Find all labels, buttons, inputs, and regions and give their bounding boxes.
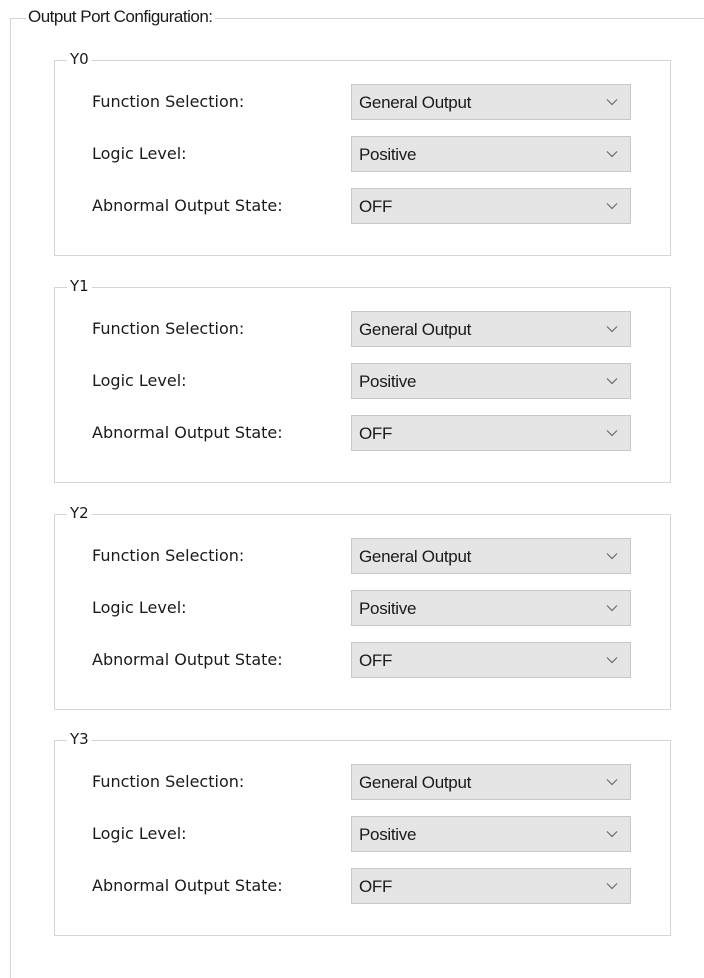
chevron-down-icon xyxy=(606,831,618,838)
function-selection-dropdown[interactable]: General Output xyxy=(351,84,631,120)
abnormal-output-state-value: OFF xyxy=(359,197,393,216)
abnormal-output-state-dropdown[interactable]: OFF xyxy=(351,642,631,678)
chevron-down-icon xyxy=(606,430,618,437)
abnormal-output-state-dropdown[interactable]: OFF xyxy=(351,868,631,904)
abnormal-output-state-label: Abnormal Output State: xyxy=(92,650,283,669)
logic-level-row: Logic Level: Positive xyxy=(55,136,670,172)
logic-level-dropdown[interactable]: Positive xyxy=(351,136,631,172)
abnormal-output-state-row: Abnormal Output State: OFF xyxy=(55,415,670,451)
chevron-down-icon xyxy=(606,378,618,385)
logic-level-value: Positive xyxy=(359,145,417,164)
logic-level-dropdown[interactable]: Positive xyxy=(351,590,631,626)
function-selection-row: Function Selection: General Output xyxy=(55,538,670,574)
function-selection-label: Function Selection: xyxy=(92,92,245,111)
function-selection-row: Function Selection: General Output xyxy=(55,84,670,120)
chevron-down-icon xyxy=(606,553,618,560)
logic-level-value: Positive xyxy=(359,372,417,391)
logic-level-row: Logic Level: Positive xyxy=(55,363,670,399)
port-group-y2: Y2 Function Selection: General Output Lo… xyxy=(54,503,671,710)
chevron-down-icon xyxy=(606,99,618,106)
function-selection-value: General Output xyxy=(359,773,472,792)
abnormal-output-state-row: Abnormal Output State: OFF xyxy=(55,642,670,678)
chevron-down-icon xyxy=(606,779,618,786)
abnormal-output-state-dropdown[interactable]: OFF xyxy=(351,415,631,451)
abnormal-output-state-value: OFF xyxy=(359,424,393,443)
logic-level-row: Logic Level: Positive xyxy=(55,590,670,626)
port-group-title: Y2 xyxy=(67,503,92,523)
chevron-down-icon xyxy=(606,605,618,612)
logic-level-label: Logic Level: xyxy=(92,824,187,843)
output-port-configuration-title: Output Port Configuration: xyxy=(26,7,215,27)
function-selection-label: Function Selection: xyxy=(92,772,245,791)
logic-level-value: Positive xyxy=(359,825,417,844)
function-selection-dropdown[interactable]: General Output xyxy=(351,311,631,347)
port-group-title: Y3 xyxy=(67,729,92,749)
function-selection-value: General Output xyxy=(359,93,472,112)
port-group-title: Y0 xyxy=(67,49,92,69)
logic-level-label: Logic Level: xyxy=(92,598,187,617)
chevron-down-icon xyxy=(606,657,618,664)
abnormal-output-state-label: Abnormal Output State: xyxy=(92,423,283,442)
port-group-y3: Y3 Function Selection: General Output Lo… xyxy=(54,729,671,936)
function-selection-row: Function Selection: General Output xyxy=(55,764,670,800)
function-selection-value: General Output xyxy=(359,320,472,339)
abnormal-output-state-value: OFF xyxy=(359,651,393,670)
logic-level-dropdown[interactable]: Positive xyxy=(351,816,631,852)
port-group-y1: Y1 Function Selection: General Output Lo… xyxy=(54,276,671,483)
function-selection-label: Function Selection: xyxy=(92,546,245,565)
function-selection-dropdown[interactable]: General Output xyxy=(351,538,631,574)
chevron-down-icon xyxy=(606,203,618,210)
logic-level-dropdown[interactable]: Positive xyxy=(351,363,631,399)
logic-level-value: Positive xyxy=(359,599,417,618)
abnormal-output-state-row: Abnormal Output State: OFF xyxy=(55,188,670,224)
function-selection-dropdown[interactable]: General Output xyxy=(351,764,631,800)
function-selection-row: Function Selection: General Output xyxy=(55,311,670,347)
chevron-down-icon xyxy=(606,326,618,333)
function-selection-label: Function Selection: xyxy=(92,319,245,338)
port-group-title: Y1 xyxy=(67,276,92,296)
logic-level-label: Logic Level: xyxy=(92,371,187,390)
function-selection-value: General Output xyxy=(359,547,472,566)
abnormal-output-state-row: Abnormal Output State: OFF xyxy=(55,868,670,904)
chevron-down-icon xyxy=(606,151,618,158)
logic-level-label: Logic Level: xyxy=(92,144,187,163)
abnormal-output-state-label: Abnormal Output State: xyxy=(92,196,283,215)
abnormal-output-state-dropdown[interactable]: OFF xyxy=(351,188,631,224)
chevron-down-icon xyxy=(606,883,618,890)
abnormal-output-state-label: Abnormal Output State: xyxy=(92,876,283,895)
abnormal-output-state-value: OFF xyxy=(359,877,393,896)
logic-level-row: Logic Level: Positive xyxy=(55,816,670,852)
port-group-y0: Y0 Function Selection: General Output Lo… xyxy=(54,49,671,256)
